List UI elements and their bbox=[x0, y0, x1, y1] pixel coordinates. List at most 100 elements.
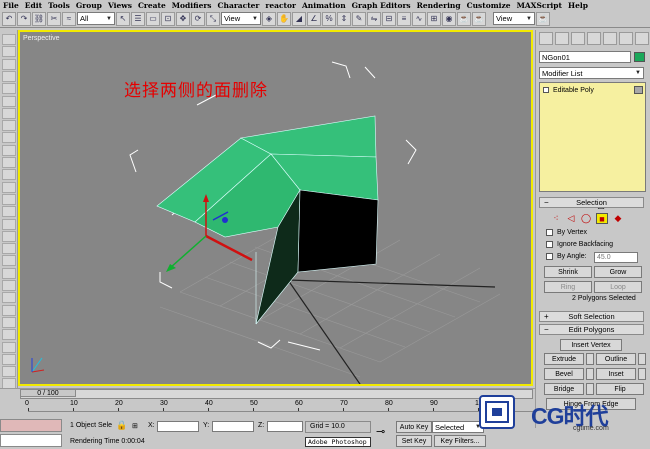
redo-icon[interactable]: ↷ bbox=[17, 11, 31, 26]
maxscript-listener-mini[interactable] bbox=[0, 419, 62, 432]
select-rotate-icon[interactable]: ⟳ bbox=[191, 11, 205, 26]
grow-button[interactable]: Grow bbox=[594, 266, 642, 278]
left-tool-icon[interactable] bbox=[2, 366, 16, 378]
render-scene-icon[interactable]: ☕ bbox=[457, 11, 471, 26]
left-tool-icon[interactable] bbox=[2, 144, 16, 156]
panel-extra-icon[interactable] bbox=[635, 32, 649, 45]
left-tool-icon[interactable] bbox=[2, 292, 16, 304]
bridge-button[interactable]: Bridge bbox=[544, 383, 584, 395]
vertex-subobject-icon[interactable]: ⁖ bbox=[550, 213, 562, 224]
key-selection-dropdown[interactable]: Selected ▼ bbox=[432, 421, 484, 433]
set-key-button[interactable]: Set Key bbox=[396, 435, 432, 447]
left-tool-icon[interactable] bbox=[2, 316, 16, 328]
left-tool-icon[interactable] bbox=[2, 107, 16, 119]
select-move-icon[interactable]: ✥ bbox=[176, 11, 190, 26]
key-filters-button[interactable]: Key Filters... bbox=[434, 435, 486, 447]
left-tool-icon[interactable] bbox=[2, 304, 16, 316]
menu-item[interactable]: MAXScript bbox=[517, 1, 562, 10]
percent-snap-icon[interactable]: % bbox=[322, 11, 336, 26]
hierarchy-tab-icon[interactable] bbox=[571, 32, 585, 45]
perspective-viewport[interactable]: Perspective 选择两侧的面删除 bbox=[18, 30, 533, 386]
z-coordinate-field[interactable] bbox=[267, 421, 303, 432]
selection-rollout-header[interactable]: − Selection bbox=[539, 197, 644, 208]
polygon-subobject-icon[interactable]: ■ bbox=[596, 213, 608, 224]
layer-manager-icon[interactable]: ≡ bbox=[397, 11, 411, 26]
modifier-list-dropdown[interactable]: Modifier List ▼ bbox=[539, 67, 644, 79]
x-coordinate-field[interactable] bbox=[157, 421, 199, 432]
taskbar-photoshop[interactable]: Adobe Photoshop bbox=[305, 437, 371, 447]
display-tab-icon[interactable] bbox=[603, 32, 617, 45]
soft-selection-rollout-header[interactable]: + Soft Selection bbox=[539, 311, 644, 322]
edge-subobject-icon[interactable]: ◁ bbox=[565, 213, 577, 224]
left-tool-icon[interactable] bbox=[2, 267, 16, 279]
left-tool-icon[interactable] bbox=[2, 206, 16, 218]
menu-item[interactable]: Edit bbox=[25, 1, 42, 10]
left-tool-icon[interactable] bbox=[2, 341, 16, 353]
bevel-button[interactable]: Bevel bbox=[544, 368, 584, 380]
reference-coord-dropdown[interactable]: View ▼ bbox=[221, 12, 261, 25]
object-name-field[interactable]: NGon01 bbox=[539, 51, 631, 63]
auto-key-button[interactable]: Auto Key bbox=[396, 421, 432, 433]
insert-vertex-button[interactable]: Insert Vertex bbox=[560, 339, 622, 351]
lock-selection-icon[interactable]: 🔒 bbox=[116, 420, 127, 431]
snap-icon[interactable]: ◢ bbox=[292, 11, 306, 26]
menu-item[interactable]: Group bbox=[76, 1, 102, 10]
object-color-swatch[interactable] bbox=[634, 52, 645, 62]
by-vertex-checkbox[interactable]: By Vertex bbox=[546, 229, 587, 236]
quick-render-icon[interactable]: ☕ bbox=[472, 11, 486, 26]
y-coordinate-field[interactable] bbox=[212, 421, 254, 432]
left-tool-icon[interactable] bbox=[2, 193, 16, 205]
window-crossing-icon[interactable]: ⊡ bbox=[161, 11, 175, 26]
pivot-icon[interactable]: ◈ bbox=[262, 11, 276, 26]
lightbulb-icon[interactable] bbox=[543, 87, 549, 93]
menu-item[interactable]: Graph Editors bbox=[352, 1, 411, 10]
spinner-snap-icon[interactable]: ⇕ bbox=[337, 11, 351, 26]
align-icon[interactable]: ⊟ bbox=[382, 11, 396, 26]
bevel-settings-button[interactable] bbox=[586, 368, 594, 380]
named-selection-icon[interactable]: ✎ bbox=[352, 11, 366, 26]
left-tool-icon[interactable] bbox=[2, 243, 16, 255]
menu-item[interactable]: File bbox=[3, 1, 19, 10]
track-bar-ruler[interactable]: 0102030405060708090100 bbox=[25, 400, 533, 412]
time-slider-track[interactable] bbox=[20, 389, 533, 399]
time-slider-thumb[interactable]: 0 / 100 bbox=[20, 389, 76, 397]
ignore-backfacing-checkbox[interactable]: Ignore Backfacing bbox=[546, 241, 613, 248]
mirror-icon[interactable]: ⇋ bbox=[367, 11, 381, 26]
select-object-icon[interactable]: ↖ bbox=[116, 11, 130, 26]
left-tool-icon[interactable] bbox=[2, 218, 16, 230]
shrink-button[interactable]: Shrink bbox=[544, 266, 592, 278]
left-tool-icon[interactable] bbox=[2, 280, 16, 291]
key-mode-icon[interactable]: ⊸ bbox=[376, 425, 385, 438]
left-tool-icon[interactable] bbox=[2, 169, 16, 181]
menu-item[interactable]: Create bbox=[138, 1, 166, 10]
curve-editor-icon[interactable]: ∿ bbox=[412, 11, 426, 26]
maxscript-input-mini[interactable] bbox=[0, 434, 62, 447]
left-tool-icon[interactable] bbox=[2, 329, 16, 341]
border-subobject-icon[interactable]: ◯ bbox=[580, 213, 592, 224]
left-tool-icon[interactable] bbox=[2, 181, 16, 193]
inset-button[interactable]: Inset bbox=[596, 368, 636, 380]
menu-item[interactable]: Tools bbox=[48, 1, 70, 10]
bind-space-warp-icon[interactable]: ≈ bbox=[62, 11, 76, 26]
create-tab-icon[interactable] bbox=[539, 32, 553, 45]
left-tool-icon[interactable] bbox=[2, 58, 16, 70]
inset-settings-button[interactable] bbox=[638, 368, 646, 380]
left-tool-icon[interactable] bbox=[2, 230, 16, 242]
menu-item[interactable]: Modifiers bbox=[172, 1, 212, 10]
extrude-button[interactable]: Extrude bbox=[544, 353, 584, 365]
flip-button[interactable]: Flip bbox=[596, 383, 644, 395]
left-tool-icon[interactable] bbox=[2, 353, 16, 365]
left-tool-icon[interactable] bbox=[2, 255, 16, 267]
rect-select-icon[interactable]: ▭ bbox=[146, 11, 160, 26]
menu-item[interactable]: Views bbox=[108, 1, 132, 10]
menu-item[interactable]: Customize bbox=[467, 1, 511, 10]
render-last-icon[interactable]: ☕ bbox=[536, 11, 550, 26]
menu-item[interactable]: Character bbox=[218, 1, 260, 10]
left-tool-icon[interactable] bbox=[2, 157, 16, 168]
outline-button[interactable]: Outline bbox=[596, 353, 636, 365]
material-editor-icon[interactable]: ◉ bbox=[442, 11, 456, 26]
menu-item[interactable]: reactor bbox=[265, 1, 296, 10]
utilities-tab-icon[interactable] bbox=[619, 32, 633, 45]
stack-item-editable-poly[interactable]: Editable Poly bbox=[541, 85, 644, 95]
by-angle-checkbox[interactable]: By Angle: bbox=[546, 253, 587, 260]
